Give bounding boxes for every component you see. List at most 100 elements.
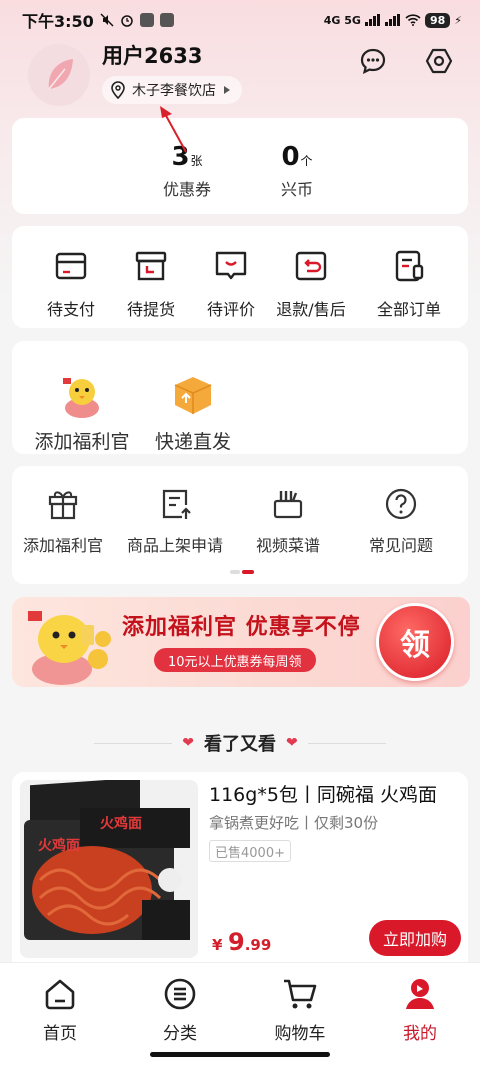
comment-icon (215, 251, 247, 280)
tab-mine[interactable]: 我的 (370, 975, 470, 1044)
charging-icon: ⚡ (454, 13, 462, 27)
wifi-icon (405, 14, 421, 26)
feature-label: 快递直发 (154, 431, 231, 453)
service-faq[interactable]: 常见问题 (344, 484, 458, 556)
username: 用户2633 (102, 44, 203, 68)
signal-icon-2 (384, 14, 400, 26)
menu-circle-icon (164, 978, 196, 1010)
xingbi-unit: 个 (300, 154, 313, 168)
price-decimal: .99 (244, 936, 272, 954)
location-pin-icon (111, 81, 125, 99)
question-circle-icon (385, 488, 417, 520)
product-title: 116g*5包丨同碗福 火鸡面 (209, 784, 437, 806)
service-video-recipes[interactable]: 视频菜谱 (231, 484, 345, 556)
order-list-icon (395, 250, 424, 282)
order-pending-review[interactable]: 待评价 (188, 246, 274, 320)
tab-label: 首页 (43, 1024, 77, 1044)
service-label: 添加福利官 (22, 536, 103, 555)
app-notify-icon-2 (159, 13, 174, 27)
service-add-welfare[interactable]: 添加福利官 (6, 484, 120, 556)
add-to-cart-button[interactable]: 立即加购 (369, 920, 461, 956)
document-upload-icon (162, 489, 191, 519)
price-currency: ¥ (212, 936, 223, 954)
package-icon (174, 377, 212, 414)
section-title: 看了又看 (204, 734, 276, 755)
chick-mascot-icon (28, 611, 111, 685)
service-label: 视频菜谱 (255, 536, 320, 555)
feature-express[interactable]: 快递直发 (138, 369, 248, 454)
order-label: 待提货 (126, 300, 175, 319)
battery-level: 98 (424, 12, 451, 28)
order-pending-payment[interactable]: 待支付 (28, 246, 114, 320)
orders-card: 待支付 待提货 待评价 退款/售后 全部订单 (12, 226, 468, 328)
settings-button[interactable] (424, 46, 454, 76)
network-label: 4G 5G (323, 13, 361, 27)
petal-logo-icon (48, 59, 73, 90)
status-time: 下午3:50 (22, 12, 94, 31)
svg-text:火鸡面: 火鸡面 (100, 815, 142, 832)
user-active-icon (406, 979, 434, 1009)
box-icon (135, 251, 167, 281)
refund-icon (295, 251, 327, 281)
app-notify-icon (139, 13, 154, 27)
cart-icon (284, 979, 317, 1009)
tab-home[interactable]: 首页 (10, 975, 110, 1044)
section-header: ❤ 看了又看 ❤ (0, 730, 480, 756)
tab-label: 我的 (403, 1024, 437, 1044)
order-label: 退款/售后 (276, 300, 346, 319)
coupon-unit: 张 (190, 154, 203, 168)
feature-label: 添加福利官 (34, 431, 130, 453)
profile-header: 用户2633 木子李餐饮店 (0, 40, 480, 118)
xingbi-label: 兴币 (280, 180, 313, 199)
home-indicator (150, 1052, 330, 1057)
product-price: ¥ 9.99 (212, 928, 271, 956)
signal-icon (364, 14, 380, 26)
banner-subtitle: 10元以上优惠券每周领 (154, 648, 316, 672)
wallet-icon (55, 252, 87, 280)
banner-title: 添加福利官 优惠享不停 (122, 615, 361, 640)
order-pending-pickup[interactable]: 待提货 (108, 246, 194, 320)
divider (94, 742, 173, 744)
chick-mascot-icon (63, 378, 99, 418)
status-bar: 下午3:50 4G 5G 98 ⚡ (0, 0, 480, 40)
svg-text:火鸡面: 火鸡面 (38, 837, 80, 854)
noodle-package-image: 火鸡面 火鸡面 (24, 780, 190, 940)
price-integer: 9 (228, 928, 245, 956)
xingbi-stat[interactable]: 0个 兴币 (257, 142, 337, 200)
sold-badge: 已售4000+ (209, 840, 291, 862)
services-card: 添加福利官 商品上架申请 视频菜谱 常见问题 (12, 466, 468, 584)
tab-label: 分类 (163, 1024, 197, 1044)
coupon-label: 优惠券 (162, 180, 211, 199)
tab-label: 购物车 (274, 1024, 326, 1044)
features-card: 添加福利官 快递直发 (12, 341, 468, 454)
product-subtitle: 拿锅煮更好吃丨仅剩30份 (209, 814, 379, 832)
divider (307, 742, 386, 744)
store-selector[interactable]: 木子李餐饮店 (102, 76, 242, 104)
heart-icon: ❤ (182, 735, 194, 751)
claim-button[interactable]: 领 (376, 603, 454, 681)
product-image[interactable]: 火鸡面 火鸡面 (20, 780, 198, 958)
alarm-icon (121, 15, 133, 27)
tab-cart[interactable]: 购物车 (250, 975, 350, 1044)
product-card[interactable]: 火鸡面 火鸡面 116g*5包丨同碗福 火鸡面 拿锅煮更好吃丨仅剩30份 已售4… (12, 772, 468, 967)
order-label: 待评价 (206, 300, 255, 319)
avatar[interactable] (28, 44, 90, 106)
welfare-banner[interactable]: 添加福利官 优惠享不停 10元以上优惠券每周领 领 (12, 597, 470, 687)
message-button[interactable] (358, 46, 388, 76)
tab-category[interactable]: 分类 (130, 975, 230, 1044)
page-indicator (230, 570, 254, 574)
order-all[interactable]: 全部订单 (366, 246, 452, 320)
cookware-icon (273, 491, 303, 519)
xingbi-count: 0 (281, 142, 300, 172)
heart-icon: ❤ (286, 735, 298, 751)
gift-icon (48, 491, 78, 520)
store-name: 木子李餐饮店 (132, 83, 216, 99)
service-listing-request[interactable]: 商品上架申请 (118, 484, 232, 556)
mute-icon (100, 13, 114, 27)
bottom-tab-bar: 首页 分类 购物车 我的 (0, 962, 480, 1066)
order-refund[interactable]: 退款/售后 (268, 246, 354, 320)
home-icon (45, 979, 75, 1010)
feature-add-welfare[interactable]: 添加福利官 (22, 369, 142, 454)
caret-right-icon (224, 86, 230, 94)
annotation-arrow (160, 106, 187, 153)
